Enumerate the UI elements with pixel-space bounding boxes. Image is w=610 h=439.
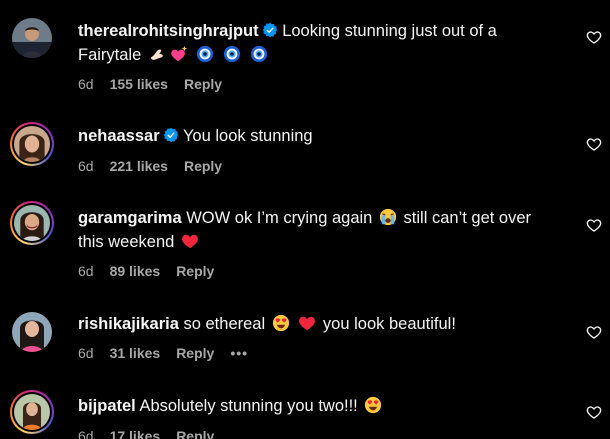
comment-text: Looking stunning just out of a	[282, 22, 497, 40]
heart-outline-icon[interactable]	[586, 404, 602, 420]
avatar-image	[12, 312, 52, 352]
comment-item: nehaassar You look stunning 6d 221 likes…	[0, 100, 610, 190]
comment-text-line2: this weekend	[78, 233, 175, 251]
avatar[interactable]	[10, 122, 54, 166]
hand-emoji	[148, 45, 166, 63]
avatar-image	[12, 18, 52, 58]
comment-text-line2: Fairytale	[78, 46, 142, 64]
nazar-amulet-emoji	[196, 45, 214, 63]
verified-badge-icon	[262, 22, 278, 38]
avatar-image	[14, 394, 50, 430]
comment-item: bijpatel Absolutely stunning you two!!! …	[0, 380, 610, 439]
heart-sparkle-emoji	[170, 45, 188, 63]
heart-eyes-emoji	[272, 314, 290, 332]
heart-outline-icon[interactable]	[586, 29, 602, 45]
comment-likes[interactable]: 31 likes	[110, 345, 161, 361]
comment-text: You look stunning	[182, 127, 313, 145]
heart-outline-icon[interactable]	[586, 217, 602, 233]
avatar[interactable]	[10, 16, 54, 60]
comment-text: WOW ok I’m crying again	[186, 209, 373, 227]
avatar[interactable]	[10, 201, 54, 245]
comment-age: 6d	[78, 263, 94, 279]
heart-outline-icon[interactable]	[586, 136, 602, 152]
comment-item: rishikajikaria so ethereal you look beau…	[0, 300, 610, 380]
comment-age: 6d	[78, 345, 94, 361]
crying-face-emoji	[379, 208, 397, 226]
reply-button[interactable]: Reply	[176, 345, 214, 361]
comment-likes[interactable]: 155 likes	[110, 76, 168, 92]
comment-username[interactable]: bijpatel	[78, 397, 136, 415]
reply-button[interactable]: Reply	[176, 263, 214, 279]
avatar[interactable]	[10, 310, 54, 354]
comment-age: 6d	[78, 428, 94, 439]
comment-text: so ethereal	[183, 315, 266, 333]
comment-item: therealrohitsinghrajput Looking stunning…	[0, 0, 610, 100]
comment-text: Absolutely stunning you two!!!	[139, 397, 358, 415]
comment-likes[interactable]: 221 likes	[110, 158, 168, 174]
comment-username[interactable]: therealrohitsinghrajput	[78, 22, 259, 40]
reply-button[interactable]: Reply	[184, 158, 222, 174]
comment-age: 6d	[78, 158, 94, 174]
comment-likes[interactable]: 89 likes	[110, 263, 161, 279]
red-heart-emoji	[181, 232, 199, 250]
comment-item: garamgarima WOW ok I’m crying again stil…	[0, 190, 610, 300]
comment-username[interactable]: garamgarima	[78, 209, 182, 227]
red-heart-emoji	[298, 314, 316, 332]
comment-text-continued: still can’t get over	[403, 209, 532, 227]
heart-outline-icon[interactable]	[586, 324, 602, 340]
verified-badge-icon	[163, 127, 179, 143]
avatar[interactable]	[10, 390, 54, 434]
comment-username[interactable]: rishikajikaria	[78, 315, 179, 333]
comment-text-continued: you look beautiful!	[322, 315, 456, 333]
reply-button[interactable]: Reply	[176, 428, 214, 439]
reply-button[interactable]: Reply	[184, 76, 222, 92]
avatar-image	[14, 126, 50, 162]
more-options-icon[interactable]: •••	[230, 345, 248, 361]
comment-likes[interactable]: 17 likes	[110, 428, 161, 439]
heart-eyes-emoji	[364, 396, 382, 414]
comment-age: 6d	[78, 76, 94, 92]
avatar-image	[14, 205, 50, 241]
comment-username[interactable]: nehaassar	[78, 127, 160, 145]
nazar-amulet-emoji	[250, 45, 268, 63]
nazar-amulet-emoji	[223, 45, 241, 63]
